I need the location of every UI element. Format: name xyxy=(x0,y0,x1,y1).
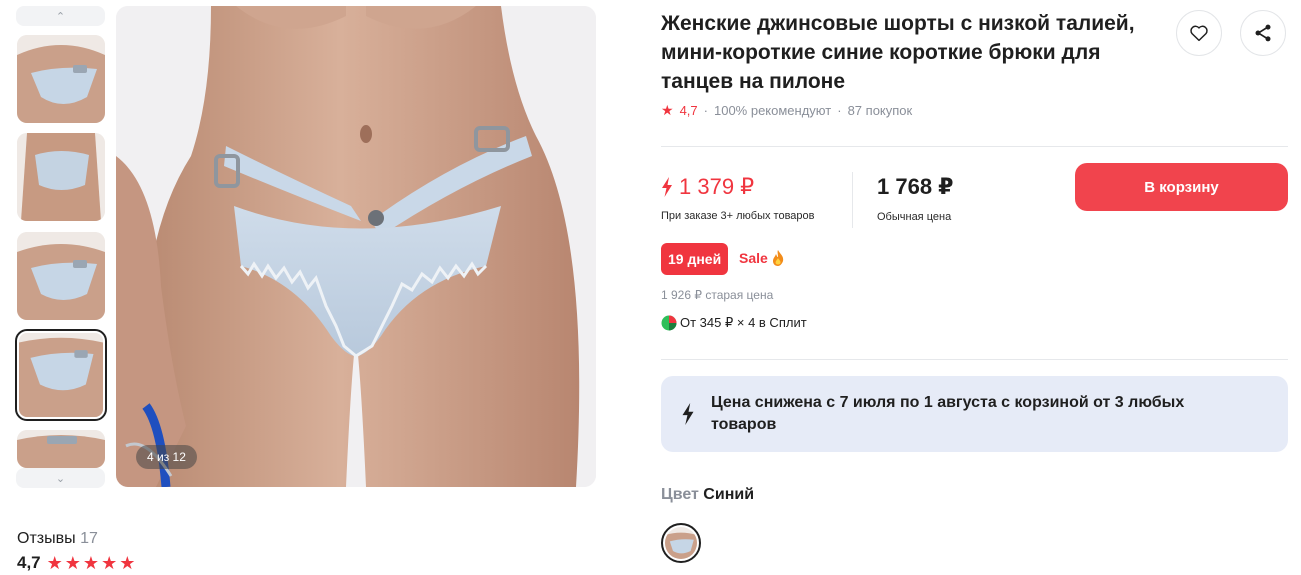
share-icon xyxy=(1255,24,1271,42)
chevron-up-icon: ⌃ xyxy=(55,10,66,23)
reviews-rating-value: 4,7 xyxy=(17,553,41,572)
special-price-value: 1 379 ₽ xyxy=(679,174,755,199)
color-swatch-image xyxy=(665,527,697,559)
star-icon: ★ xyxy=(101,553,118,573)
purchases-text: 87 покупок xyxy=(847,103,913,118)
thumbnails-scroll-up-button[interactable]: ⌃ xyxy=(16,6,105,26)
regular-price: 1 768 ₽ xyxy=(877,174,954,199)
product-thumbnail-image xyxy=(17,35,105,123)
product-photo xyxy=(116,6,596,487)
split-text: От 345 ₽ × 4 в Сплит xyxy=(680,315,807,330)
share-button[interactable] xyxy=(1240,10,1286,56)
product-thumbnail-image xyxy=(17,430,105,468)
price-divider xyxy=(852,172,853,228)
product-thumbnail-image xyxy=(17,232,105,320)
star-icon: ★ xyxy=(46,553,63,573)
star-icon: ★ xyxy=(82,553,100,573)
rating-stars: ★ ★ ★ ★ ★ xyxy=(47,554,136,572)
color-value: Синий xyxy=(703,486,755,503)
color-label: Цвет xyxy=(661,486,699,503)
thumbnail-2[interactable] xyxy=(17,133,105,221)
product-rating[interactable]: 4,7 xyxy=(680,103,698,118)
color-swatch-blue[interactable] xyxy=(661,523,701,563)
chevron-down-icon: ⌄ xyxy=(55,472,66,485)
split-logo-icon xyxy=(661,315,677,331)
fire-icon xyxy=(772,250,783,266)
product-title: Женские джинсовые шорты с низкой талией,… xyxy=(661,12,1135,93)
thumbnails-scroll-down-button[interactable]: ⌄ xyxy=(16,468,105,488)
thumbnail-5[interactable] xyxy=(17,430,105,468)
star-icon: ★ xyxy=(661,102,674,118)
favorite-button[interactable] xyxy=(1176,10,1222,56)
reviews-label: Отзывы xyxy=(17,530,76,547)
old-price: 1 926 ₽ старая цена xyxy=(661,288,774,302)
reviews-count: 17 xyxy=(80,530,98,547)
add-to-cart-button[interactable]: В корзину xyxy=(1075,163,1288,211)
product-thumbnail-image xyxy=(17,133,105,221)
divider xyxy=(661,359,1288,360)
divider xyxy=(661,146,1288,147)
product-thumbnail-image xyxy=(19,333,103,417)
recommend-text: 100% рекомендуют xyxy=(713,103,832,118)
product-meta: ★ 4,7 · 100% рекомендуют · 87 покупок xyxy=(661,102,912,119)
main-product-image[interactable] xyxy=(116,6,596,487)
thumbnail-3[interactable] xyxy=(17,232,105,320)
lightning-icon xyxy=(682,403,694,425)
reviews-heading[interactable]: Отзывы 17 xyxy=(17,530,98,548)
star-icon: ★ xyxy=(119,553,136,573)
regular-price-note: Обычная цена xyxy=(877,211,952,223)
color-label-row: Цвет Синий xyxy=(661,486,754,504)
sale-text: Sale xyxy=(739,250,768,266)
sale-label: Sale xyxy=(739,250,784,266)
promo-text: Цена снижена с 7 июля по 1 августа с кор… xyxy=(711,394,1185,433)
meta-separator: · xyxy=(837,103,842,118)
thumbnail-4[interactable] xyxy=(15,329,107,421)
promo-banner: Цена снижена с 7 июля по 1 августа с кор… xyxy=(661,376,1288,452)
thumbnail-1[interactable] xyxy=(17,35,105,123)
meta-separator: · xyxy=(703,103,708,118)
reviews-rating-row: 4,7 ★ ★ ★ ★ ★ xyxy=(17,553,135,573)
star-icon: ★ xyxy=(64,553,81,573)
split-payment-info[interactable]: От 345 ₽ × 4 в Сплит xyxy=(661,315,807,331)
special-price: 1 379 ₽ xyxy=(661,174,754,200)
heart-icon xyxy=(1190,25,1208,42)
days-badge: 19 дней xyxy=(661,243,729,275)
image-counter: 4 из 12 xyxy=(136,445,197,469)
special-price-note: При заказе 3+ любых товаров xyxy=(661,210,815,222)
lightning-icon xyxy=(662,177,672,197)
